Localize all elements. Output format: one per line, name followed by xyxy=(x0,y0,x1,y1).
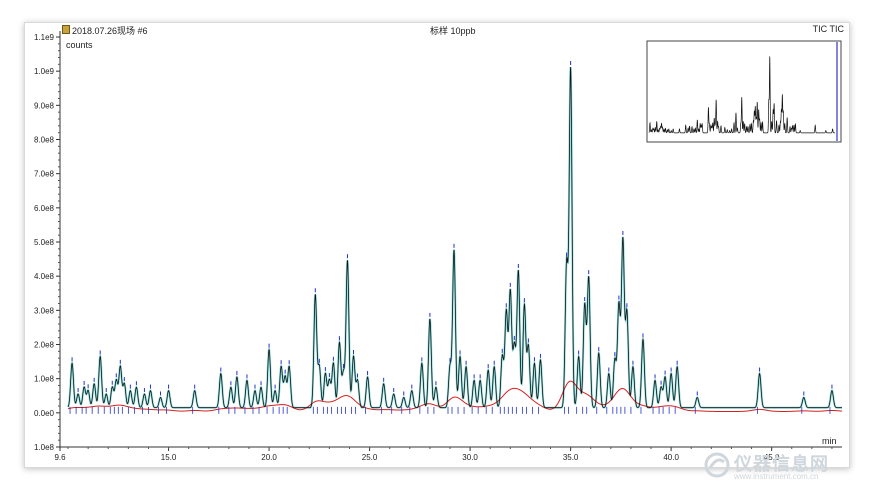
y-tick-label: 0.0e0 xyxy=(34,409,55,418)
x-tick-label: 9.6 xyxy=(54,453,66,462)
chromatogram-plot[interactable]: 1.0e8 0.0e0 1.0e8 2.0e8 3.0e8 4.0e8 5.0e8 6.0e8… xyxy=(0,0,872,497)
x-axis-label: min xyxy=(822,436,837,446)
y-tick-label: 6.0e8 xyxy=(34,204,55,213)
x-tick-label: 40.0 xyxy=(663,453,679,462)
overview-inset xyxy=(646,40,842,143)
y-tick-label: 1.0e8 xyxy=(34,375,55,384)
y-tick-label: 1.1e9 xyxy=(34,33,55,42)
y-tick-label: 3.0e8 xyxy=(34,306,55,315)
watermark: 仪器信息网 www.instrument.com.cn xyxy=(700,448,850,488)
y-tick-label: 4.0e8 xyxy=(34,272,55,281)
x-tick-label: 15.0 xyxy=(161,453,177,462)
x-tick-label: 35.0 xyxy=(563,453,579,462)
x-tick-label: 25.0 xyxy=(362,453,378,462)
y-axis-label: counts xyxy=(66,40,93,50)
x-tick-label: 20.0 xyxy=(261,453,277,462)
y-tick-label: 2.0e8 xyxy=(34,341,55,350)
y-tick-label: 7.0e8 xyxy=(34,170,55,179)
x-tick-label: 30.0 xyxy=(462,453,478,462)
y-tick-label: 1.0e8 xyxy=(34,443,55,452)
watermark-logo-icon xyxy=(704,452,730,478)
y-tick-label: 5.0e8 xyxy=(34,238,55,247)
watermark-url: www.instrument.com.cn xyxy=(734,472,819,481)
y-tick-label: 8.0e8 xyxy=(34,136,55,145)
y-tick-label: 1.0e9 xyxy=(34,67,55,76)
y-tick-label: 9.0e8 xyxy=(34,101,55,110)
